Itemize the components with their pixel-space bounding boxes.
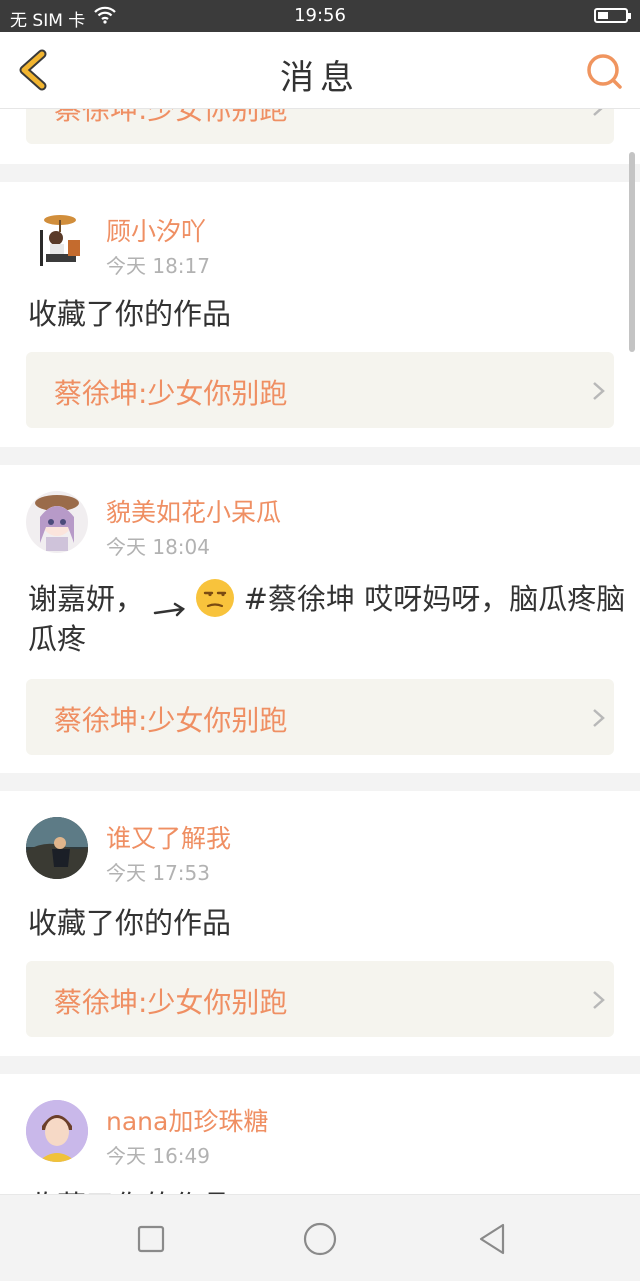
work-link-label: 蔡徐坤:少女你别跑 [54,986,288,1019]
timestamp: 今天 18:17 [106,254,210,278]
page-title: 消息 [280,58,360,98]
message-text: 谢嘉妍， #蔡徐坤 哎呀妈呀，脑瓜疼脑瓜疼 [28,579,628,659]
avatar[interactable] [26,491,88,553]
work-link-label: 蔡徐坤:少女你别跑 [54,377,288,410]
search-button[interactable] [582,50,626,94]
message-text: 收藏了你的作品 [28,1186,628,1194]
message-card: 貌美如花小呆瓜 今天 18:04 谢嘉妍， #蔡徐坤 哎呀妈呀，脑瓜疼脑瓜疼 蔡… [0,465,640,773]
message-text-part: 谢嘉妍， [28,582,145,616]
message-card-partial: 蔡徐坤:少女你别跑 [0,108,640,164]
username[interactable]: nana加珍珠糖 [106,1102,268,1138]
header-bar: 消息 [0,32,640,109]
arrow-doodle-icon [153,591,187,617]
username[interactable]: 貌美如花小呆瓜 [106,493,281,529]
timestamp: 今天 17:53 [106,861,210,885]
work-link-label: 蔡徐坤:少女你别跑 [54,108,288,126]
unamused-face-icon [196,579,235,617]
system-back-button[interactable] [470,1217,514,1261]
username[interactable]: 顾小汐吖 [106,212,206,248]
avatar[interactable] [26,1100,88,1162]
message-text: 收藏了你的作品 [28,297,232,331]
work-link[interactable]: 蔡徐坤:少女你别跑 [26,961,614,1037]
chevron-right-icon [593,108,604,116]
message-card: nana加珍珠糖 今天 16:49 收藏了你的作品 [0,1074,640,1194]
username[interactable]: 谁又了解我 [106,819,231,855]
timestamp: 今天 18:04 [106,535,210,559]
message-text: 收藏了你的作品 [28,906,232,940]
message-list[interactable]: 蔡徐坤:少女你别跑 顾小汐吖 今天 18:17 收藏了你的作品 蔡徐坤:少女你别… [0,108,640,1194]
chevron-right-icon [593,991,605,1009]
chevron-right-icon [593,382,605,400]
triangle-back-icon [479,1223,505,1255]
recent-apps-button[interactable] [129,1217,173,1261]
work-link[interactable]: 蔡徐坤:少女你别跑 [26,352,614,428]
scrollbar[interactable] [629,152,635,352]
work-link-label: 蔡徐坤:少女你别跑 [54,704,288,737]
chevron-right-icon [593,709,605,727]
circle-icon [303,1222,337,1256]
system-nav-bar [0,1194,640,1281]
clock: 19:56 [294,5,346,26]
work-link[interactable]: 蔡徐坤:少女你别跑 [26,108,614,144]
square-icon [137,1225,165,1253]
avatar[interactable] [26,817,88,879]
search-icon [587,54,622,89]
status-bar: 无 SIM 卡 19:56 [0,0,640,32]
battery-icon [594,8,631,23]
home-button[interactable] [298,1217,342,1261]
message-card: 谁又了解我 今天 17:53 收藏了你的作品 蔡徐坤:少女你别跑 [0,791,640,1056]
timestamp: 今天 16:49 [106,1144,210,1168]
avatar[interactable] [26,210,88,272]
work-link[interactable]: 蔡徐坤:少女你别跑 [26,679,614,755]
message-card: 顾小汐吖 今天 18:17 收藏了你的作品 蔡徐坤:少女你别跑 [0,182,640,447]
